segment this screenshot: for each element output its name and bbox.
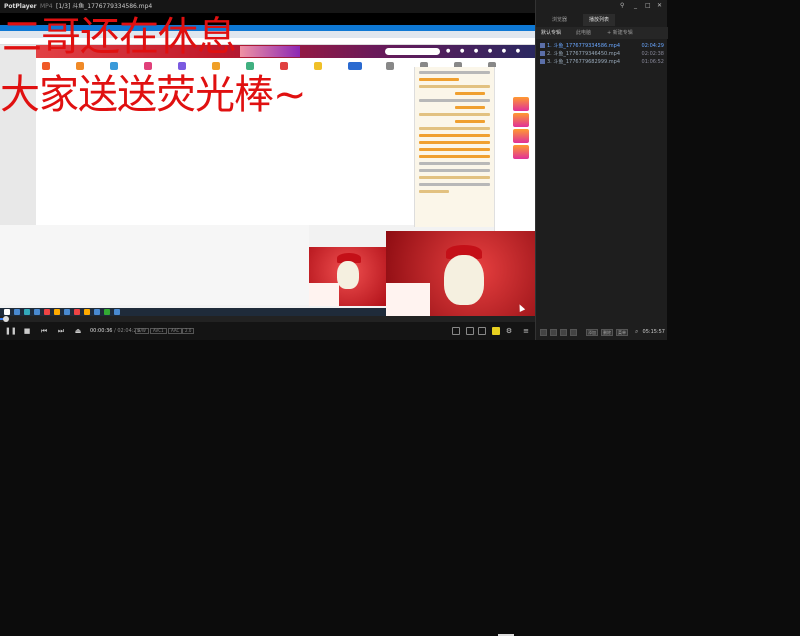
chip-audio-codec[interactable]: AAC: [168, 328, 183, 334]
minimize-icon[interactable]: _: [634, 2, 637, 9]
video-file-icon: [540, 59, 545, 64]
title-bar[interactable]: PotPlayer ⌄ MP4 [1/3] 斗鱼_1776779334586.m…: [0, 0, 535, 13]
screen-icon[interactable]: [452, 327, 460, 335]
clock: 05:15:57: [642, 329, 665, 335]
time-display: 00:00:36 / 02:04:29: [90, 322, 140, 340]
chip-renderer[interactable]: S/W: [135, 328, 149, 334]
chevron-down-icon[interactable]: ⌄: [30, 0, 35, 13]
pause-icon[interactable]: ❚❚: [5, 327, 17, 335]
potplayer-window: PotPlayer ⌄ MP4 [1/3] 斗鱼_1776779334586.m…: [0, 0, 668, 636]
move-down-icon[interactable]: [570, 329, 577, 336]
tab-browser[interactable]: 浏览器: [546, 14, 573, 26]
add-button[interactable]: 添加: [586, 329, 598, 336]
capture-icon[interactable]: [478, 327, 486, 335]
chip-audio-channels[interactable]: 2.0: [182, 328, 195, 334]
delete-button[interactable]: 删除: [601, 329, 613, 336]
video-area[interactable]: ● ● ● ● ● ● 二哥还在休息 大家送送荧光棒~: [0, 13, 535, 316]
recorded-lower-area: [0, 225, 309, 305]
3d-icon[interactable]: [466, 327, 474, 335]
side-panel: ⚲ _ □ ✕ 浏览器 播放列表 默认专辑 此电脑 + 新建专辑 1. 斗鱼_1…: [535, 0, 668, 340]
format-label: MP4: [40, 3, 53, 10]
menu-button[interactable]: 菜单: [616, 329, 628, 336]
playlist: 1. 斗鱼_1776779334586.mp4 02:04:29 2. 斗鱼_1…: [536, 42, 668, 66]
tab-playlist[interactable]: 播放列表: [583, 14, 616, 26]
subtitle-icon[interactable]: [492, 327, 500, 335]
maximize-icon[interactable]: □: [645, 2, 651, 9]
overlay-text-line1: 二哥还在休息: [2, 14, 237, 60]
subtab-new-album[interactable]: + 新建专辑: [607, 27, 633, 39]
file-title: [1/3] 斗鱼_1776779334586.mp4: [56, 3, 153, 10]
menu-icon[interactable]: ≡: [522, 327, 530, 335]
search-icon[interactable]: ⌕: [635, 328, 638, 336]
subtab-this-pc[interactable]: 此电脑: [576, 27, 591, 39]
video-file-icon: [540, 51, 545, 56]
recorded-search-box: [385, 48, 440, 55]
move-up-icon[interactable]: [560, 329, 567, 336]
playlist-subtabs: 默认专辑 此电脑 + 新建专辑: [536, 27, 668, 39]
chip-video-codec[interactable]: AVC1: [150, 328, 167, 334]
panel-tabs: 浏览器 播放列表: [536, 14, 668, 26]
recorded-header-icons: ● ● ● ● ● ●: [446, 48, 525, 54]
playlist-item[interactable]: 3. 斗鱼_1776779682999.mp4 01:06:52: [536, 58, 668, 66]
remove-icon[interactable]: [550, 329, 557, 336]
recorded-chat-pane: [414, 67, 494, 227]
previous-icon[interactable]: ⏮: [40, 327, 48, 335]
playlist-item[interactable]: 2. 斗鱼_1776779346450.mp4 02:02:38: [536, 50, 668, 58]
playlist-item[interactable]: 1. 斗鱼_1776779334586.mp4 02:04:29: [536, 42, 668, 50]
add-icon[interactable]: [540, 329, 547, 336]
eject-icon[interactable]: ⏏: [74, 327, 82, 335]
video-file-icon: [540, 43, 545, 48]
pip-video-thumb: [386, 231, 535, 316]
panel-bottom-bar: 添加 删除 菜单 ⌕ 05:15:57: [536, 326, 668, 340]
next-icon[interactable]: ⏭: [57, 327, 65, 335]
subtab-default-album[interactable]: 默认专辑: [541, 27, 561, 39]
stop-icon[interactable]: ■: [23, 327, 31, 335]
overlay-text-line2: 大家送送荧光棒~: [0, 72, 307, 118]
settings-icon[interactable]: ⚙: [505, 327, 513, 335]
pin-icon[interactable]: ⚲: [620, 2, 624, 9]
window-controls: ⚲ _ □ ✕: [536, 0, 668, 13]
close-icon[interactable]: ✕: [657, 2, 662, 9]
recorded-banner: [240, 46, 300, 57]
time-current: 00:00:36: [90, 328, 113, 334]
control-bar: ❚❚ ■ ⏮ ⏭ ⏏ 00:00:36 / 02:04:29 S/W AVC1 …: [0, 322, 535, 340]
recorded-video-thumb-1: [309, 247, 386, 306]
